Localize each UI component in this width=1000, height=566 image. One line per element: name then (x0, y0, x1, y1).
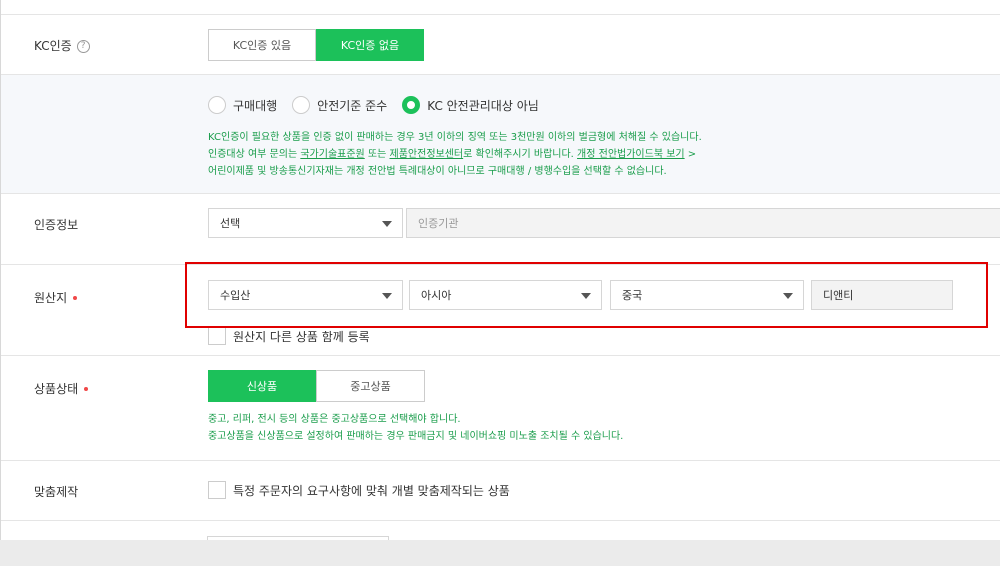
custom-option[interactable]: 특정 주문자의 요구사항에 맞춰 개별 맞춤제작되는 상품 (208, 481, 510, 499)
kc-notice: KC인증이 필요한 상품을 인증 없이 판매하는 경우 3년 이하의 징역 또는… (208, 129, 702, 180)
footer-strip (0, 540, 1000, 566)
custom-label: 맞춤제작 (34, 485, 79, 499)
cert-select[interactable]: 선택 (208, 208, 403, 238)
kc-segment: KC인증 있음 KC인증 없음 (208, 29, 424, 61)
cert-row: 인증정보 선택 인증기관 (1, 194, 1000, 265)
guidebook-link[interactable]: 개정 전안법가이드북 보기 (577, 149, 685, 160)
origin-register-option[interactable]: 원산지 다른 상품 함께 등록 (208, 327, 370, 345)
condition-notice: 중고, 리퍼, 전시 등의 상품은 중고상품으로 선택해야 합니다. 중고상품을… (208, 411, 623, 445)
radio-circle-selected[interactable] (402, 96, 421, 114)
condition-label: 상품상태 (34, 382, 79, 396)
origin-label: 원산지 (34, 291, 68, 305)
kc-radio-group: 구매대행 안전기준 준수 KC 안전관리대상 아님 (208, 96, 554, 114)
kc-yes-button[interactable]: KC인증 있음 (208, 29, 316, 61)
kc-notice-line2: 인증대상 여부 문의는 국가기술표준원 또는 제품안전정보센터로 확인해주시기 … (208, 146, 702, 163)
custom-row: 맞춤제작 특정 주문자의 요구사항에 맞춰 개별 맞춤제작되는 상품 (1, 461, 1000, 521)
help-icon[interactable]: ? (76, 40, 90, 53)
cert-select-value: 선택 (220, 217, 241, 230)
chevron-right-icon: > (684, 149, 697, 160)
kc-label-wrap: KC인증? (34, 37, 90, 54)
checkbox[interactable] (208, 481, 226, 499)
kc-notice-line1: KC인증이 필요한 상품을 인증 없이 판매하는 경우 3년 이하의 징역 또는… (208, 132, 702, 143)
kats-link[interactable]: 국가기술표준원 (300, 149, 364, 160)
radio-not-target[interactable]: KC 안전관리대상 아님 (402, 96, 539, 114)
new-product-button[interactable]: 신상품 (208, 370, 316, 402)
radio-circle[interactable] (292, 96, 311, 114)
radio-purchase-agency[interactable]: 구매대행 (208, 96, 277, 114)
condition-segment: 신상품 중고상품 (208, 370, 425, 402)
kc-subpanel: 구매대행 안전기준 준수 KC 안전관리대상 아님 KC인증이 필요한 상품을 … (1, 75, 1000, 194)
cert-agency-placeholder: 인증기관 (418, 217, 459, 230)
chevron-down-icon (382, 221, 392, 227)
cert-agency-input[interactable]: 인증기관 (406, 208, 1000, 238)
required-dot (73, 295, 78, 300)
notice-text: 또는 (364, 149, 390, 160)
radio-label: 안전기준 준수 (317, 98, 388, 113)
radio-label: KC 안전관리대상 아님 (427, 98, 539, 113)
radio-circle[interactable] (208, 96, 226, 114)
notice-text: 인증대상 여부 문의는 (208, 149, 301, 160)
used-product-button[interactable]: 중고상품 (316, 370, 425, 402)
radio-safety-standard[interactable]: 안전기준 준수 (292, 96, 387, 114)
kc-no-button[interactable]: KC인증 없음 (316, 29, 424, 61)
cert-label: 인증정보 (34, 218, 79, 232)
condition-row: 상품상태 신상품 중고상품 중고, 리퍼, 전시 등의 상품은 중고상품으로 선… (1, 356, 1000, 461)
kc-notice-line3: 어린이제품 및 방송통신기자재는 개정 전안법 특례대상이 아니므로 구매대행 … (208, 166, 667, 177)
condition-label-wrap: 상품상태 (34, 380, 89, 397)
notice-text: 로 확인해주시기 바랍니다. (463, 149, 578, 160)
checkbox[interactable] (208, 327, 226, 345)
origin-label-wrap: 원산지 (34, 289, 78, 306)
radio-label: 구매대행 (233, 98, 278, 113)
safety-center-link[interactable]: 제품안전정보센터 (390, 149, 464, 160)
required-dot (84, 386, 89, 391)
condition-notice-line2: 중고상품을 신상품으로 설정하여 판매하는 경우 판매금지 및 네이버쇼핑 미노… (208, 431, 624, 442)
kc-label: KC인증 (34, 39, 72, 53)
condition-notice-line1: 중고, 리퍼, 전시 등의 상품은 중고상품으로 선택해야 합니다. (208, 414, 461, 425)
kc-row: KC인증? KC인증 있음 KC인증 없음 (1, 14, 1000, 75)
custom-checkbox-label: 특정 주문자의 요구사항에 맞춰 개별 맞춤제작되는 상품 (233, 483, 510, 498)
origin-register-label: 원산지 다른 상품 함께 등록 (233, 329, 370, 344)
origin-highlight-box (185, 262, 988, 328)
